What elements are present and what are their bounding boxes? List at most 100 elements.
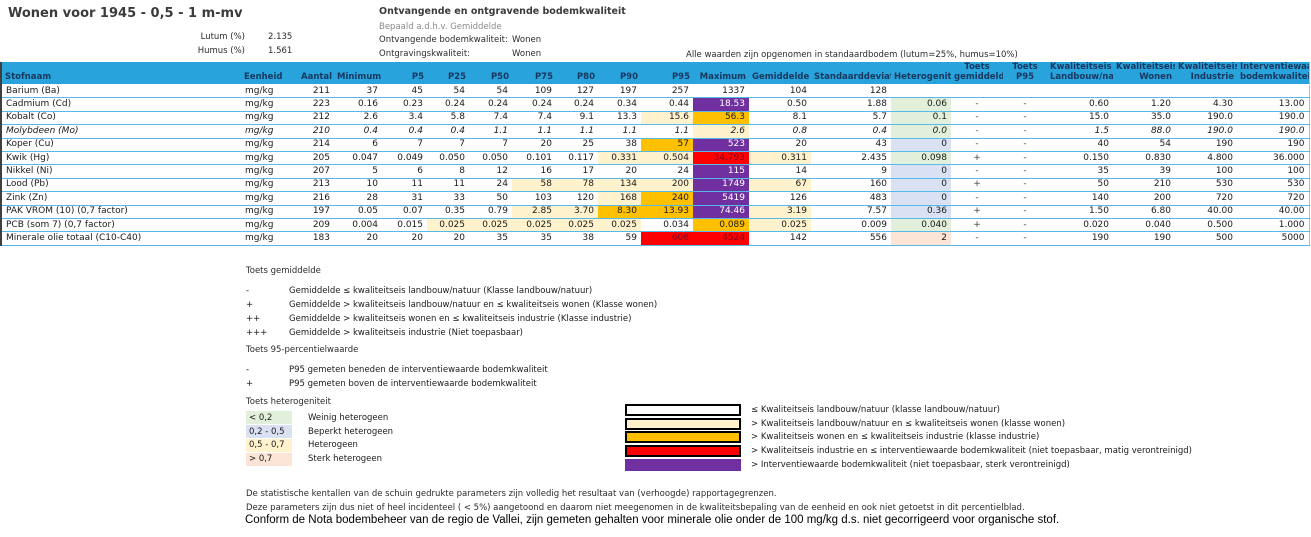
cell-maximum: 5419: [693, 191, 749, 206]
cell-p75: 20: [512, 138, 556, 152]
legend-item: - Gemiddelde ≤ kwaliteitseis landbouw/nat…: [246, 284, 657, 298]
cell-toets-p95: -: [1003, 164, 1047, 179]
cell-p75: 109: [512, 84, 556, 99]
cell-minimum: 5: [334, 164, 382, 179]
cell-p80: 17: [556, 164, 598, 179]
cell-kw-landbouw-natuur: 0.150: [1047, 151, 1113, 166]
cell-interventiewaarde: 190: [1237, 138, 1309, 152]
cell-standaarddeviatie: 2.435: [811, 151, 891, 166]
color-legend-item: ≤ Kwaliteitseis landbouw/natuur (klasse …: [625, 403, 1192, 417]
cell-minimum: 20: [334, 231, 382, 246]
cell-kw-wonen: 39: [1113, 164, 1175, 179]
cell-p50: 1.1: [469, 124, 512, 139]
ontgraving-label: Ontgravingskwaliteit:: [379, 49, 471, 59]
cell-interventiewaarde: 40.00: [1237, 205, 1309, 219]
cell-interventiewaarde: 36.000: [1237, 151, 1309, 166]
cell-maximum: 115: [693, 164, 749, 179]
cell-p25: 11: [427, 178, 469, 193]
cell-p95: 0.504: [641, 151, 693, 166]
cell-minimum: 0.16: [334, 97, 382, 112]
cell-toets-gemiddelde: -: [951, 111, 1003, 126]
cell-maximum: 18.53: [693, 97, 749, 112]
legend-text: P95 gemeten boven de interventiewaarde b…: [289, 379, 537, 389]
cell-eenheid: mg/kg: [241, 111, 298, 126]
cell-p95: 200: [641, 178, 693, 193]
cell-kw-industrie: 40.00: [1175, 205, 1237, 219]
cell-minimum: 37: [334, 84, 382, 99]
cell-kw-landbouw-natuur: [1047, 84, 1113, 99]
table-row: Minerale olie totaal (C10-C40) mg/kg 183 20…: [1, 231, 1309, 246]
legend-heading: Toets heterogeniteit: [246, 397, 331, 407]
cell-interventiewaarde: 100: [1237, 164, 1309, 179]
cell-p90: 20: [598, 164, 641, 179]
cell-p90: 0.331: [598, 151, 641, 166]
ontvangende-label: Ontvangende bodemkwaliteit:: [379, 35, 508, 45]
legend-text: P95 gemeten beneden de interventiewaarde…: [289, 365, 548, 375]
cell-kw-wonen: 88.0: [1113, 124, 1175, 139]
column-header-p75: P75: [512, 62, 556, 85]
cell-toets-p95: -: [1003, 178, 1047, 193]
footnote-2: Deze parameters zijn dus niet of heel in…: [246, 503, 1025, 513]
cell-stofnaam: Kwik (Hg): [1, 151, 241, 166]
cell-aantal: 210: [298, 124, 334, 139]
cell-eenheid: mg/kg: [241, 218, 298, 233]
cell-aantal: 212: [298, 111, 334, 126]
cell-toets-gemiddelde: +: [951, 178, 1003, 193]
cell-standaarddeviatie: 0.009: [811, 218, 891, 233]
cell-p95: 57: [641, 138, 693, 152]
cell-kw-industrie: [1175, 84, 1237, 99]
table-row: Kwik (Hg) mg/kg 205 0.047 0.049 0.050 0.050 0.1…: [1, 151, 1309, 166]
legend-heading: Toets 95-percentielwaarde: [246, 345, 359, 355]
legend-text: Sterk heterogeen: [308, 454, 383, 465]
cell-p50: 0.24: [469, 97, 512, 112]
legend-item: - P95 gemeten beneden de interventiewaard…: [246, 363, 548, 377]
legend-text: Beperkt heterogeen: [308, 426, 394, 437]
cell-minimum: 28: [334, 191, 382, 206]
cell-minimum: 2.6: [334, 111, 382, 126]
legend-item: ++ Gemiddelde > kwaliteitseis wonen en ≤ …: [246, 312, 657, 326]
cell-kw-wonen: 6.80: [1113, 205, 1175, 219]
cell-toets-gemiddelde: +: [951, 218, 1003, 233]
cell-p50: 0.050: [469, 151, 512, 166]
cell-toets-gemiddelde: -: [951, 164, 1003, 179]
cell-heterogeniteit: 0: [891, 138, 951, 152]
cell-p5: 0.015: [382, 218, 427, 233]
heterogeniteit-range-swatch: 0,5 - 0,7: [246, 438, 292, 452]
cell-aantal: 197: [298, 205, 334, 219]
legend-text: > Interventiewaarde bodemkwaliteit (niet…: [751, 459, 1070, 470]
cell-p95: 1.1: [641, 124, 693, 139]
legend-symbol: -: [246, 365, 250, 375]
table-row: Zink (Zn) mg/kg 216 28 31 33 50 103 120 168 240 541…: [1, 191, 1309, 206]
cell-p90: 8.30: [598, 205, 641, 219]
cell-toets-p95: -: [1003, 151, 1047, 166]
cell-stofnaam: PCB (som 7) (0,7 factor): [1, 218, 241, 233]
cell-aantal: 209: [298, 218, 334, 233]
cell-p50: 7.4: [469, 111, 512, 126]
cell-toets-p95: -: [1003, 205, 1047, 219]
cell-gemiddelde: 0.8: [749, 124, 811, 139]
column-header-p5: P5: [382, 62, 427, 85]
cell-maximum: 523: [693, 138, 749, 152]
table-row: Cadmium (Cd) mg/kg 223 0.16 0.23 0.24 0.24 0.24…: [1, 97, 1309, 112]
legend-text: Gemiddelde > kwaliteitseis landbouw/natu…: [289, 300, 658, 310]
column-header-kw-industrie: Kwaliteitseis Industrie: [1175, 62, 1237, 85]
cell-p50: 0.79: [469, 205, 512, 219]
cell-interventiewaarde: 5000: [1237, 231, 1309, 246]
legend-text: Weinig heterogeen: [308, 412, 389, 423]
cell-p25: 0.35: [427, 205, 469, 219]
cell-toets-gemiddelde: +: [951, 205, 1003, 219]
heterogeniteit-legend-item: 0,5 - 0,7 Heterogeen: [246, 438, 393, 453]
cell-maximum: 34.793: [693, 151, 749, 166]
cell-p95: 13.93: [641, 205, 693, 219]
cell-minimum: 6: [334, 138, 382, 152]
column-header-p95: P95: [641, 62, 693, 85]
color-swatch: [625, 458, 741, 471]
table-row: Kobalt (Co) mg/kg 212 2.6 3.4 5.8 7.4 7.4 9.1 13.…: [1, 111, 1309, 126]
cell-toets-p95: -: [1003, 218, 1047, 233]
cell-stofnaam: PAK VROM (10) (0,7 factor): [1, 205, 241, 219]
cell-eenheid: mg/kg: [241, 84, 298, 99]
cell-standaarddeviatie: 160: [811, 178, 891, 193]
cell-aantal: 183: [298, 231, 334, 246]
cell-kw-industrie: 500: [1175, 231, 1237, 246]
cell-stofnaam: Koper (Cu): [1, 138, 241, 152]
